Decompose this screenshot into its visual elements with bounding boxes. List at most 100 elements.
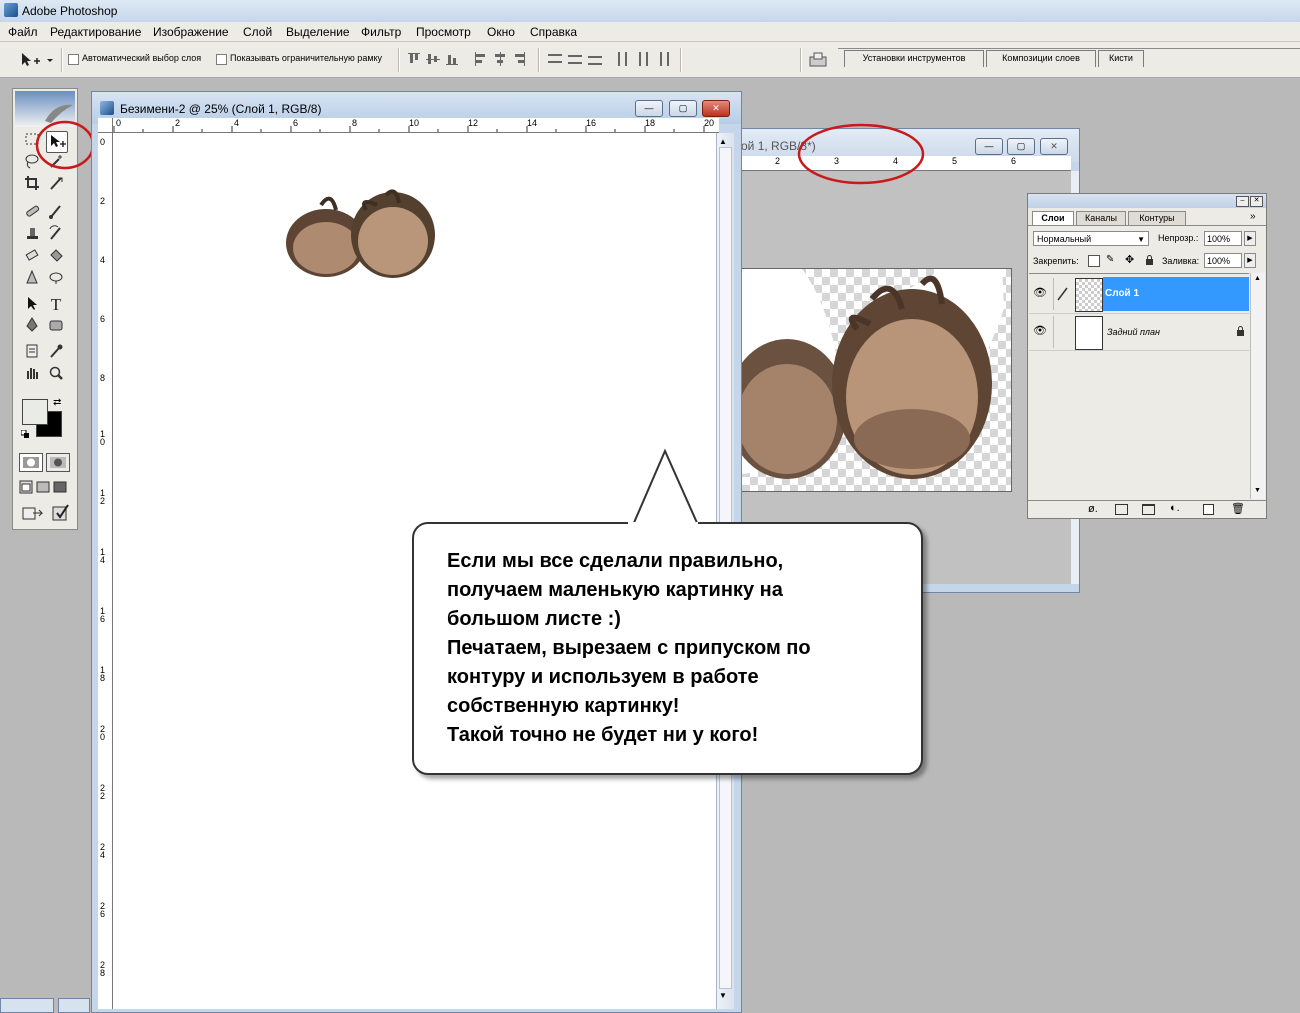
- zoom-tool-icon[interactable]: [46, 365, 66, 385]
- lock-pixels-icon[interactable]: ✎: [1106, 254, 1114, 265]
- eye-visibility-icon[interactable]: 👁: [1033, 286, 1047, 299]
- crop-tool-icon[interactable]: [22, 175, 42, 195]
- layer-row[interactable]: 👁 Слой 1: [1029, 276, 1249, 312]
- tab-channels[interactable]: Каналы: [1076, 211, 1126, 226]
- menu-select[interactable]: Выделение: [286, 25, 350, 39]
- layer-thumbnail: [1075, 316, 1103, 350]
- doc2-minimize-button[interactable]: —: [975, 138, 1003, 155]
- menu-file[interactable]: Файл: [8, 25, 38, 39]
- file-browser-icon[interactable]: [808, 51, 828, 69]
- doc1-maximize-button[interactable]: ▢: [669, 100, 697, 117]
- layer-link-slot[interactable]: [1053, 316, 1072, 348]
- lock-position-icon[interactable]: ✥: [1125, 253, 1134, 266]
- distribute-bottom-icon[interactable]: [588, 52, 602, 66]
- tab-brushes[interactable]: Кисти: [1098, 50, 1144, 67]
- notes-tool-icon[interactable]: [22, 343, 42, 363]
- app-title-bar: Adobe Photoshop: [0, 0, 1300, 23]
- new-group-icon[interactable]: [1142, 504, 1155, 515]
- history-brush-icon[interactable]: [46, 225, 66, 245]
- eyedropper-icon[interactable]: [46, 343, 66, 363]
- eye-visibility-icon[interactable]: 👁: [1033, 324, 1047, 337]
- adjustment-layer-icon[interactable]: ◐.: [1170, 502, 1180, 514]
- menu-edit[interactable]: Редактирование: [50, 25, 141, 39]
- ruler-origin[interactable]: [98, 118, 113, 133]
- align-right-icon[interactable]: [513, 52, 525, 66]
- align-top-icon[interactable]: [408, 52, 420, 66]
- screen-mode-standard-icon[interactable]: [19, 480, 33, 494]
- tab-paths[interactable]: Контуры: [1128, 211, 1186, 226]
- quick-mask-icon[interactable]: [46, 453, 70, 472]
- menu-window[interactable]: Окно: [487, 25, 515, 39]
- layer-style-icon[interactable]: ø.: [1088, 503, 1098, 515]
- lock-transparency-icon[interactable]: [1088, 255, 1100, 267]
- tool-preset-picker[interactable]: [8, 48, 58, 70]
- shape-tool-icon[interactable]: [46, 317, 66, 337]
- menu-filter[interactable]: Фильтр: [361, 25, 401, 39]
- default-colors-icon[interactable]: [20, 429, 29, 438]
- brush-tool-icon[interactable]: [46, 203, 66, 223]
- callout-bubble: Если мы все сделали правильно, получаем …: [412, 522, 923, 775]
- blur-tool-icon[interactable]: [22, 269, 42, 289]
- paint-bucket-icon[interactable]: [46, 247, 66, 267]
- palette-menu-icon[interactable]: »: [1250, 211, 1256, 222]
- eraser-tool-icon[interactable]: [22, 247, 42, 267]
- palette-minimize-button[interactable]: –: [1236, 196, 1249, 207]
- type-tool-icon[interactable]: T: [46, 295, 66, 315]
- align-bottom-icon[interactable]: [446, 52, 458, 66]
- tab-tool-presets[interactable]: Установки инструментов: [844, 50, 984, 67]
- fill-slider-button[interactable]: ▶: [1244, 253, 1256, 268]
- opacity-slider-button[interactable]: ▶: [1244, 231, 1256, 246]
- menu-image[interactable]: Изображение: [153, 25, 229, 39]
- doc1-close-button[interactable]: ✕: [702, 100, 730, 117]
- path-selection-icon[interactable]: [22, 295, 42, 315]
- align-hcenter-icon[interactable]: [494, 52, 506, 66]
- standard-mode-icon[interactable]: [19, 453, 43, 472]
- distribute-hcenter-icon[interactable]: [636, 52, 648, 66]
- layers-scrollbar[interactable]: ▲ ▼: [1250, 273, 1265, 499]
- distribute-vcenter-icon[interactable]: [568, 52, 582, 66]
- distribute-left-icon[interactable]: [616, 52, 628, 66]
- lock-all-icon[interactable]: [1145, 255, 1154, 265]
- layer-row[interactable]: 👁 Задний план: [1029, 313, 1249, 351]
- healing-brush-icon[interactable]: [22, 203, 42, 223]
- blend-mode-select[interactable]: Нормальный ▼: [1033, 231, 1149, 246]
- brush-link-icon[interactable]: [1053, 278, 1072, 310]
- dodge-tool-icon[interactable]: [46, 269, 66, 289]
- distribute-top-icon[interactable]: [548, 52, 562, 66]
- scroll-up-icon[interactable]: ▲: [1254, 275, 1261, 282]
- scroll-up-icon[interactable]: ▲: [719, 137, 727, 146]
- palette-close-button[interactable]: ✕: [1250, 196, 1263, 207]
- align-vcenter-icon[interactable]: [426, 52, 440, 66]
- layers-list: 👁 Слой 1 👁 Задний план: [1029, 273, 1249, 500]
- jump-to-imageready-icon[interactable]: [21, 505, 45, 523]
- imageready-icon[interactable]: [51, 503, 71, 523]
- hand-tool-icon[interactable]: [22, 365, 42, 385]
- scroll-down-icon[interactable]: ▼: [1254, 487, 1261, 494]
- show-bounds-checkbox[interactable]: [216, 54, 227, 65]
- screen-mode-full-menu-icon[interactable]: [36, 480, 50, 494]
- clone-stamp-icon[interactable]: [22, 225, 42, 245]
- new-layer-icon[interactable]: [1203, 504, 1214, 515]
- distribute-right-icon[interactable]: [656, 52, 669, 66]
- layers-palette-titlebar: – ✕: [1028, 194, 1266, 208]
- pen-tool-icon[interactable]: [22, 317, 42, 337]
- tab-layer-comps[interactable]: Композиции слоев: [986, 50, 1096, 67]
- doc2-maximize-button[interactable]: ▢: [1007, 138, 1035, 155]
- trash-icon[interactable]: 🗑: [1231, 502, 1245, 515]
- scroll-down-icon[interactable]: ▼: [719, 991, 727, 1000]
- doc1-minimize-button[interactable]: —: [635, 100, 663, 117]
- auto-select-checkbox[interactable]: [68, 54, 79, 65]
- screen-mode-full-icon[interactable]: [53, 480, 67, 494]
- swap-colors-icon[interactable]: ⇄: [53, 397, 61, 408]
- menu-layer[interactable]: Слой: [243, 25, 272, 39]
- tab-layers[interactable]: Слои: [1032, 211, 1074, 226]
- slice-tool-icon[interactable]: [46, 175, 66, 195]
- opacity-input[interactable]: 100%: [1204, 231, 1242, 246]
- menu-view[interactable]: Просмотр: [416, 25, 471, 39]
- menu-help[interactable]: Справка: [530, 25, 577, 39]
- align-left-icon[interactable]: [474, 52, 486, 66]
- fill-input[interactable]: 100%: [1204, 253, 1242, 268]
- doc2-close-button[interactable]: ✕: [1040, 138, 1068, 155]
- layers-palette: – ✕ Слои Каналы Контуры » Нормальный ▼ Н…: [1027, 193, 1267, 519]
- add-mask-icon[interactable]: [1115, 504, 1128, 515]
